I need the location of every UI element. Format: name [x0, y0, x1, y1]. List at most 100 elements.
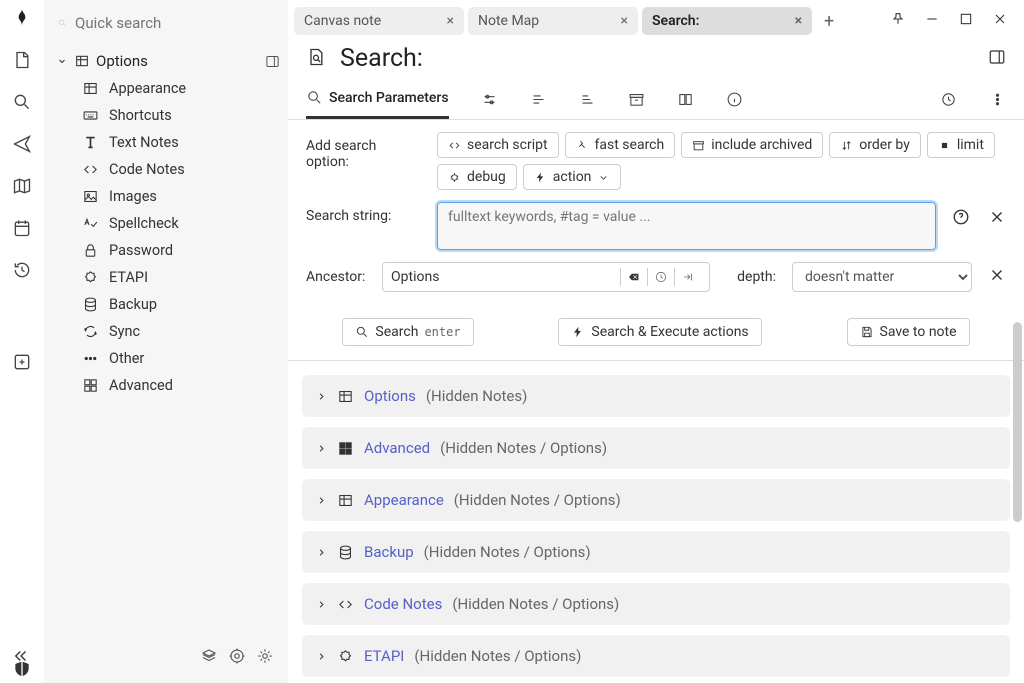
history-icon[interactable] — [12, 260, 32, 284]
ancestor-input[interactable]: Options — [382, 262, 710, 292]
recent-icon[interactable] — [940, 85, 957, 118]
chevron-right-icon[interactable] — [316, 599, 327, 610]
goto-icon[interactable] — [674, 268, 701, 286]
chevron-down-icon — [597, 171, 610, 184]
tab-canvas-note[interactable]: Canvas note× — [294, 7, 464, 35]
list-icon[interactable] — [530, 85, 547, 118]
result-path: (Hidden Notes) — [426, 387, 527, 405]
tab-search[interactable]: Search:× — [642, 7, 812, 35]
info-icon[interactable] — [726, 85, 743, 118]
result-link[interactable]: Backup — [364, 543, 414, 561]
result-type-icon — [337, 648, 354, 665]
maximize-icon[interactable] — [958, 11, 974, 31]
search-icon[interactable] — [12, 92, 32, 116]
close-icon[interactable]: × — [621, 13, 628, 29]
result-path: (Hidden Notes / Options) — [440, 439, 607, 457]
pill-order-by[interactable]: order by — [829, 132, 921, 158]
scrollbar-thumb[interactable] — [1013, 322, 1022, 522]
pill-search-script[interactable]: search script — [437, 132, 559, 158]
search-result[interactable]: Backup (Hidden Notes / Options) — [302, 531, 1010, 573]
search-result[interactable]: Appearance (Hidden Notes / Options) — [302, 479, 1010, 521]
result-type-icon — [337, 596, 354, 613]
tree-item-sync[interactable]: Sync — [82, 323, 280, 340]
tree-item-password[interactable]: Password — [82, 242, 280, 259]
close-icon[interactable] — [988, 266, 1006, 288]
history-icon[interactable] — [647, 268, 674, 286]
book-icon[interactable] — [677, 85, 694, 118]
chevron-right-icon[interactable] — [316, 443, 327, 454]
result-link[interactable]: ETAPI — [364, 647, 404, 665]
tree-item-advanced[interactable]: Advanced — [82, 377, 280, 394]
search-string-label: Search string: — [306, 202, 421, 224]
tree-item-appearance[interactable]: Appearance — [82, 80, 280, 97]
search-execute-button[interactable]: Search & Execute actions — [558, 318, 761, 346]
result-link[interactable]: Advanced — [364, 439, 430, 457]
quick-search-input[interactable] — [75, 14, 274, 32]
calendar-icon[interactable] — [12, 218, 32, 242]
sliders-icon[interactable] — [481, 85, 498, 118]
gear-icon[interactable] — [256, 647, 274, 669]
search-result[interactable]: Options (Hidden Notes) — [302, 375, 1010, 417]
app-logo-icon — [12, 8, 32, 32]
pill-fast-search[interactable]: fast search — [565, 132, 676, 158]
tree-item-other[interactable]: Other — [82, 350, 280, 367]
tree-item-backup[interactable]: Backup — [82, 296, 280, 313]
close-window-icon[interactable] — [992, 11, 1008, 31]
layers-icon[interactable] — [200, 647, 218, 669]
result-link[interactable]: Options — [364, 387, 416, 405]
panel-right-icon[interactable] — [988, 48, 1006, 70]
help-icon[interactable] — [952, 208, 970, 230]
pill-limit[interactable]: limit — [927, 132, 995, 158]
chevron-right-icon[interactable] — [316, 495, 327, 506]
ancestor-label: Ancestor: — [306, 269, 366, 285]
close-icon[interactable] — [988, 208, 1006, 230]
tree-item-images[interactable]: Images — [82, 188, 280, 205]
add-note-icon[interactable] — [12, 352, 32, 376]
new-tab-button[interactable]: + — [816, 7, 842, 36]
result-type-icon — [337, 440, 354, 457]
result-link[interactable]: Code Notes — [364, 595, 442, 613]
search-result[interactable]: ETAPI (Hidden Notes / Options) — [302, 635, 1010, 677]
more-icon[interactable] — [989, 85, 1006, 118]
collapse-icon[interactable] — [12, 647, 30, 669]
save-to-note-button[interactable]: Save to note — [847, 318, 970, 346]
tree-root-options[interactable]: Options — [52, 48, 280, 80]
pill-action[interactable]: action — [523, 164, 622, 190]
search-string-input[interactable] — [437, 202, 936, 250]
close-icon[interactable]: × — [795, 13, 802, 29]
panel-icon[interactable] — [265, 54, 280, 69]
tab-search-parameters[interactable]: Search Parameters — [306, 83, 449, 119]
search-page-icon — [306, 47, 326, 71]
tree-item-text-notes[interactable]: Text Notes — [82, 134, 280, 151]
chevron-right-icon[interactable] — [316, 391, 327, 402]
page-title: Search: — [340, 44, 423, 73]
minimize-icon[interactable] — [924, 11, 940, 31]
tree-item-etapi[interactable]: ETAPI — [82, 269, 280, 286]
chevron-right-icon[interactable] — [316, 547, 327, 558]
map-icon[interactable] — [12, 176, 32, 200]
target-icon[interactable] — [228, 647, 246, 669]
search-button[interactable]: Search enter — [342, 318, 473, 346]
backspace-icon[interactable] — [620, 268, 647, 286]
pill-include-archived[interactable]: include archived — [681, 132, 823, 158]
result-type-icon — [337, 388, 354, 405]
search-result[interactable]: Code Notes (Hidden Notes / Options) — [302, 583, 1010, 625]
close-icon[interactable]: × — [447, 13, 454, 29]
tree-item-spellcheck[interactable]: Spellcheck — [82, 215, 280, 232]
result-path: (Hidden Notes / Options) — [454, 491, 621, 509]
result-link[interactable]: Appearance — [364, 491, 444, 509]
pin-icon[interactable] — [890, 11, 906, 31]
result-type-icon — [337, 492, 354, 509]
sort-icon[interactable] — [579, 85, 596, 118]
archive-icon[interactable] — [628, 85, 645, 118]
depth-select[interactable]: doesn't matter — [792, 262, 972, 292]
note-icon[interactable] — [12, 50, 32, 74]
tab-note-map[interactable]: Note Map× — [468, 7, 638, 35]
tree-item-code-notes[interactable]: Code Notes — [82, 161, 280, 178]
result-type-icon — [337, 544, 354, 561]
pill-debug[interactable]: debug — [437, 164, 517, 190]
send-icon[interactable] — [12, 134, 32, 158]
search-result[interactable]: Advanced (Hidden Notes / Options) — [302, 427, 1010, 469]
tree-item-shortcuts[interactable]: Shortcuts — [82, 107, 280, 124]
chevron-right-icon[interactable] — [316, 651, 327, 662]
